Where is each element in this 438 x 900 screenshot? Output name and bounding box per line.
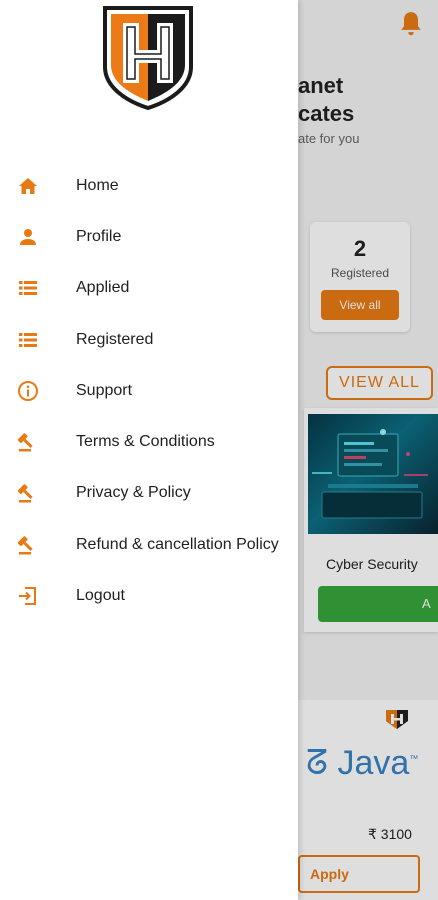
info-icon [16, 379, 40, 403]
menu-label-support: Support [76, 381, 133, 399]
menu-label-refund: Refund & cancellation Policy [76, 535, 279, 553]
menu-item-refund[interactable]: Refund & cancellation Policy [0, 519, 298, 570]
menu-label-registered: Registered [76, 330, 154, 348]
menu-item-terms[interactable]: Terms & Conditions [0, 416, 298, 467]
menu-label-terms: Terms & Conditions [76, 433, 215, 451]
gavel-icon [16, 481, 40, 505]
gavel-icon [16, 430, 40, 454]
home-icon [16, 174, 40, 198]
menu-label-profile: Profile [76, 227, 122, 245]
menu-item-support[interactable]: Support [0, 365, 298, 416]
menu-label-privacy: Privacy & Policy [76, 484, 191, 502]
list-icon [16, 328, 40, 352]
menu-label-home: Home [76, 176, 119, 194]
person-icon [16, 225, 40, 249]
menu-label-logout: Logout [76, 587, 125, 605]
menu-item-privacy[interactable]: Privacy & Policy [0, 468, 298, 519]
gavel-icon [16, 533, 40, 557]
logout-icon [16, 584, 40, 608]
menu-label-applied: Applied [76, 279, 130, 297]
menu-item-applied[interactable]: Applied [0, 263, 298, 314]
menu-item-registered[interactable]: Registered [0, 314, 298, 365]
menu-item-profile[interactable]: Profile [0, 211, 298, 262]
menu-item-home[interactable]: Home [0, 160, 298, 211]
brand-logo [103, 6, 193, 111]
list-icon [16, 276, 40, 300]
navigation-drawer: Home Profile Applied Registered Support [0, 0, 298, 900]
menu-item-logout[interactable]: Logout [0, 570, 298, 621]
drawer-menu: Home Profile Applied Registered Support [0, 160, 298, 622]
